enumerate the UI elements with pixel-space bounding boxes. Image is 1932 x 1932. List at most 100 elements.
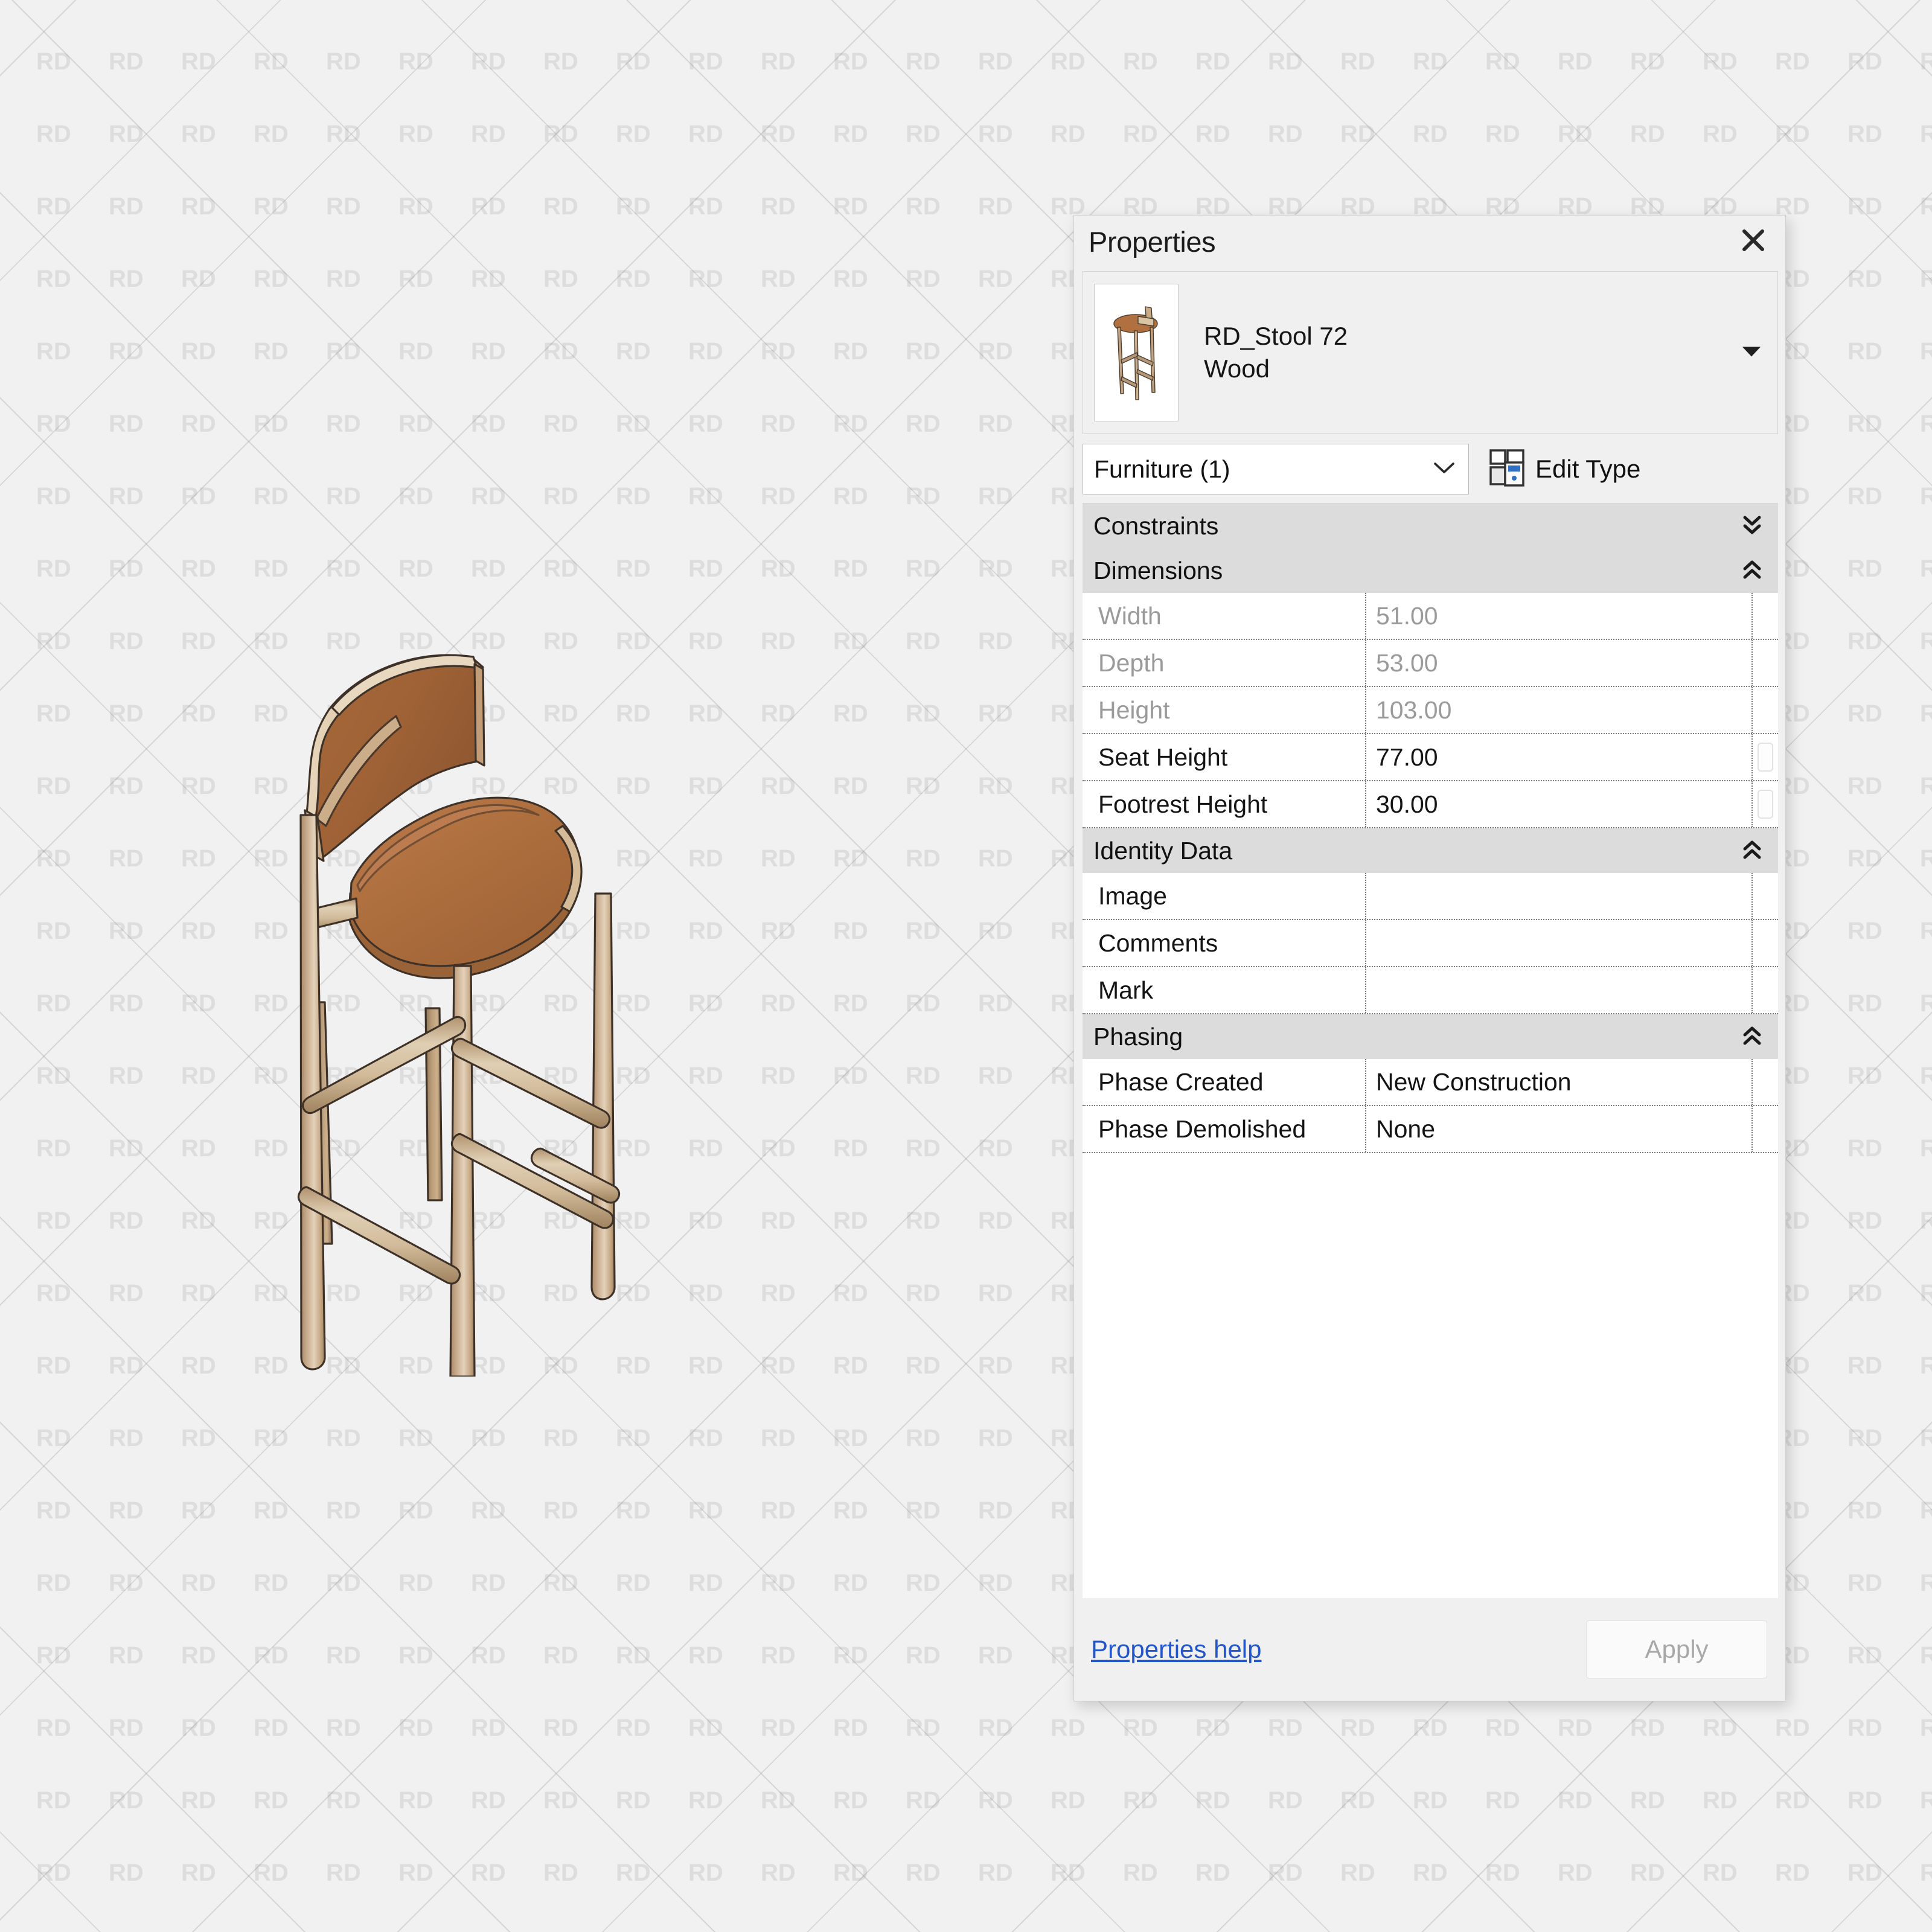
property-name: Mark [1083, 967, 1366, 1013]
watermark-label: RD [1195, 121, 1230, 148]
property-extra-cell [1753, 1059, 1778, 1105]
chevron-down-icon [1432, 460, 1456, 479]
watermark-label: RD [1630, 121, 1665, 148]
watermark-label: RD [1847, 48, 1882, 75]
watermark-label: RD [1340, 121, 1375, 148]
property-row-width[interactable]: Width51.00 [1083, 593, 1778, 640]
type-name-label: Wood [1204, 354, 1348, 384]
watermark-label: RD [1703, 121, 1738, 148]
double-chevron-up-icon[interactable] [1742, 557, 1762, 584]
watermark-label: RD [1847, 990, 1882, 1017]
type-labels: RD_Stool 72 Wood [1204, 321, 1348, 385]
section-header-constraints[interactable]: Constraints [1083, 504, 1778, 548]
associate-parameter-button[interactable] [1758, 743, 1773, 772]
property-name: Footrest Height [1083, 781, 1366, 827]
watermark-label: RD [1123, 0, 1158, 3]
edit-type-button[interactable]: Edit Type [1485, 446, 1645, 493]
watermark-label: RD [1847, 1570, 1882, 1597]
property-value-mark[interactable] [1366, 967, 1753, 1013]
section-header-label: Constraints [1093, 512, 1218, 540]
double-chevron-up-icon[interactable] [1742, 1023, 1762, 1051]
category-value: Furniture (1) [1094, 455, 1230, 484]
property-row-phase-demolished[interactable]: Phase DemolishedNone [1083, 1106, 1778, 1153]
property-extra-cell [1753, 734, 1778, 780]
property-row-depth[interactable]: Depth53.00 [1083, 640, 1778, 687]
double-chevron-down-icon[interactable] [1742, 513, 1762, 540]
watermark-label: RD [1268, 1787, 1303, 1814]
watermark-label: RD [1847, 1497, 1882, 1524]
apply-button[interactable]: Apply [1586, 1620, 1767, 1678]
property-row-seat-height[interactable]: Seat Height77.00 [1083, 734, 1778, 781]
model-viewport[interactable] [0, 0, 1087, 1932]
property-value-image[interactable] [1366, 873, 1753, 919]
watermark-label: RD [1195, 1715, 1230, 1742]
watermark-label: RD [1268, 1860, 1303, 1887]
section-header-identity-data[interactable]: Identity Data [1083, 828, 1778, 873]
watermark-label: RD [1920, 483, 1932, 510]
property-value-comments[interactable] [1366, 920, 1753, 966]
watermark-label: RD [1340, 1860, 1375, 1887]
panel-footer: Properties help Apply [1074, 1598, 1785, 1701]
property-value-seat-height[interactable]: 77.00 [1366, 734, 1753, 780]
watermark-label: RD [1920, 918, 1932, 945]
property-extra-cell [1753, 593, 1778, 639]
watermark-label: RD [1775, 1715, 1810, 1742]
property-value-phase-demolished[interactable]: None [1366, 1106, 1753, 1152]
double-chevron-up-icon[interactable] [1742, 837, 1762, 865]
properties-help-link[interactable]: Properties help [1091, 1635, 1262, 1664]
section-header-label: Identity Data [1093, 837, 1232, 865]
watermark-label: RD [1847, 1135, 1882, 1162]
property-name: Phase Demolished [1083, 1106, 1366, 1152]
watermark-label: RD [1630, 1787, 1665, 1814]
stool-footrest-rail-right-upper [452, 1038, 609, 1128]
section-header-phasing[interactable]: Phasing [1083, 1014, 1778, 1059]
section-header-dimensions[interactable]: Dimensions [1083, 548, 1778, 593]
watermark-label: RD [1920, 700, 1932, 728]
stool-seat [349, 798, 581, 978]
property-extra-cell [1753, 781, 1778, 827]
watermark-label: RD [1847, 555, 1882, 583]
property-row-comments[interactable]: Comments [1083, 920, 1778, 967]
caret-down-icon[interactable] [1741, 345, 1762, 361]
category-select[interactable]: Furniture (1) [1083, 444, 1469, 494]
property-value-footrest-height[interactable]: 30.00 [1366, 781, 1753, 827]
property-row-footrest-height[interactable]: Footrest Height30.00 [1083, 781, 1778, 828]
watermark-label: RD [1123, 1715, 1158, 1742]
properties-palette[interactable]: Properties [1073, 215, 1786, 1701]
watermark-label: RD [1920, 628, 1932, 655]
watermark-label: RD [1920, 48, 1932, 75]
watermark-label: RD [1920, 1135, 1932, 1162]
watermark-label: RD [1847, 1425, 1882, 1452]
property-table[interactable]: Constraints Dimensions Width51.00Depth53.0… [1083, 503, 1778, 1153]
watermark-label: RD [1558, 0, 1593, 3]
watermark-label: RD [1920, 1860, 1932, 1887]
property-table-empty-area [1083, 1153, 1778, 1601]
watermark-label: RD [1413, 1715, 1448, 1742]
watermark-label: RD [1195, 48, 1230, 75]
watermark-label: RD [1920, 411, 1932, 438]
stool-3d-render[interactable] [181, 435, 857, 1377]
property-row-mark[interactable]: Mark [1083, 967, 1778, 1014]
section-header-label: Phasing [1093, 1023, 1183, 1051]
page-title: Properties [1089, 225, 1215, 258]
associate-parameter-button[interactable] [1758, 790, 1773, 819]
type-selector[interactable]: RD_Stool 72 Wood [1083, 271, 1778, 434]
watermark-label: RD [1703, 1860, 1738, 1887]
property-value-phase-created[interactable]: New Construction [1366, 1059, 1753, 1105]
watermark-label: RD [1847, 700, 1882, 728]
watermark-label: RD [1847, 1208, 1882, 1235]
watermark-label: RD [1630, 1715, 1665, 1742]
property-name: Image [1083, 873, 1366, 919]
property-row-height[interactable]: Height103.00 [1083, 687, 1778, 734]
section-header-label: Dimensions [1093, 557, 1223, 585]
watermark-label: RD [1413, 48, 1448, 75]
watermark-label: RD [1558, 48, 1593, 75]
close-icon[interactable] [1735, 222, 1772, 259]
property-name: Comments [1083, 920, 1366, 966]
watermark-label: RD [1847, 121, 1882, 148]
watermark-label: RD [1268, 48, 1303, 75]
property-name: Depth [1083, 640, 1366, 686]
property-row-phase-created[interactable]: Phase CreatedNew Construction [1083, 1059, 1778, 1106]
property-row-image[interactable]: Image [1083, 873, 1778, 920]
watermark-label: RD [1847, 1280, 1882, 1307]
